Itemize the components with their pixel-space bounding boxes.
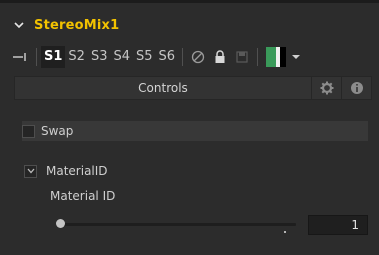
slider-handle[interactable] — [56, 219, 65, 228]
chevron-down-icon[interactable] — [14, 20, 24, 30]
info-icon[interactable] — [341, 77, 371, 99]
tool-name: StereoMix1 — [34, 17, 120, 33]
material-id-label: Material ID — [50, 189, 116, 203]
inspector-tabs: Controls — [14, 76, 372, 100]
color-swatch[interactable] — [266, 47, 287, 67]
toolbar-separator — [257, 48, 259, 66]
material-section-row[interactable]: MaterialID — [24, 162, 108, 180]
swap-checkbox[interactable] — [22, 124, 35, 138]
slot-s5[interactable]: S5 — [133, 46, 156, 68]
toolbar-separator — [182, 48, 184, 66]
slot-s4[interactable]: S4 — [110, 46, 133, 68]
material-id-input[interactable]: 1 — [308, 215, 368, 235]
swap-label: Swap — [41, 124, 74, 138]
dropdown-caret-icon[interactable] — [292, 52, 302, 62]
toolbar-separator — [36, 48, 37, 66]
material-section-label: MaterialID — [46, 164, 108, 178]
stereo-slots: S1 S2 S3 S4 S5 S6 — [41, 46, 178, 68]
tab-controls[interactable]: Controls — [15, 81, 311, 95]
slot-s6[interactable]: S6 — [156, 46, 179, 68]
material-id-slider[interactable] — [50, 214, 298, 234]
swap-row[interactable]: Swap — [22, 121, 368, 141]
slot-s3[interactable]: S3 — [88, 46, 111, 68]
top-divider — [0, 0, 379, 3]
slot-s1[interactable]: S1 — [41, 46, 66, 68]
save-icon[interactable] — [231, 46, 253, 68]
disable-icon[interactable] — [187, 46, 209, 68]
controls-panel: Swap MaterialID Material ID 1 — [14, 108, 372, 255]
tool-toolbar: S1 S2 S3 S4 S5 S6 — [0, 44, 379, 70]
pin-icon[interactable] — [8, 45, 32, 69]
collapse-chevron-icon[interactable] — [24, 164, 37, 178]
tool-header[interactable]: StereoMix1 — [0, 14, 379, 36]
slider-default-tick — [284, 231, 286, 233]
slot-s2[interactable]: S2 — [65, 46, 88, 68]
slider-track[interactable] — [58, 223, 296, 226]
settings-gear-icon[interactable] — [311, 77, 341, 99]
lock-icon[interactable] — [209, 46, 231, 68]
